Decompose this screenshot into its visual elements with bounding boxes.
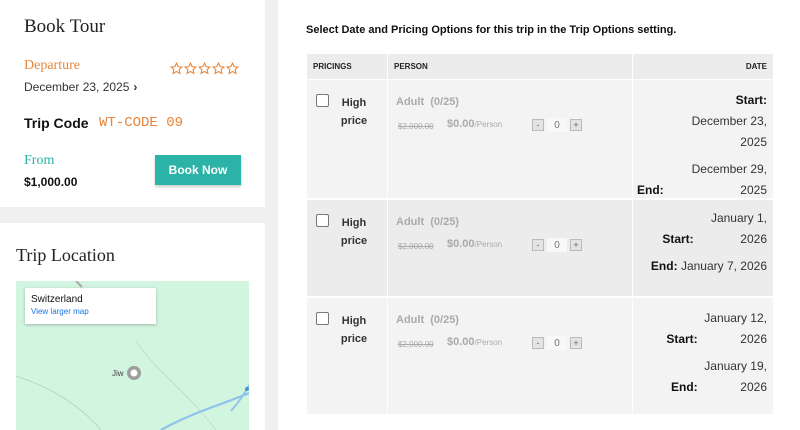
current-price: $0.00/Person — [447, 336, 503, 348]
pricing-checkbox[interactable] — [316, 214, 329, 227]
departure-label: Departure — [24, 58, 80, 73]
sidebar: Book Tour Departure December 23, 2025 › T… — [0, 0, 265, 430]
quantity-stepper: - + — [532, 238, 582, 252]
rating-stars — [170, 62, 239, 75]
header-date: DATE — [633, 54, 773, 79]
trip-price: $1,000.00 — [24, 175, 78, 189]
departure-date: December 23, 2025 — [24, 80, 130, 94]
current-price: $0.00/Person — [447, 238, 503, 250]
current-price: $0.00/Person — [447, 118, 503, 130]
increment-button[interactable]: + — [570, 337, 582, 349]
quantity-stepper: - + — [532, 118, 582, 132]
trip-code-label: Trip Code — [24, 115, 89, 131]
table-row: High price Adult (0/25) $2,000.00 $0.00/… — [307, 80, 773, 198]
trip-location-title: Trip Location — [16, 245, 115, 265]
trip-dates: Start: December 23, 2025 End: December 2… — [633, 90, 767, 201]
table-header: PRICINGS PERSON DATE — [307, 54, 773, 79]
trip-dates: Start: January 12, 2026 End: January 19,… — [666, 308, 767, 398]
trip-options-notice: Select Date and Pricing Options for this… — [306, 24, 677, 36]
star-outline-icon — [184, 62, 197, 75]
trip-location-card: Trip Location Switzerland View larger ma… — [0, 223, 265, 430]
trip-code-value: WT-CODE 09 — [99, 115, 184, 131]
quantity-stepper: - + — [532, 336, 582, 350]
trip-options-panel: Select Date and Pricing Options for this… — [278, 0, 800, 430]
increment-button[interactable]: + — [570, 239, 582, 251]
old-price: $2,000.00 — [398, 122, 434, 131]
table-row: High price Adult (0/25) $2,000.00 $0.00/… — [307, 298, 773, 414]
decrement-button[interactable]: - — [532, 337, 544, 349]
person-type: Adult (0/25) — [396, 314, 459, 326]
pricing-name: High price — [340, 315, 368, 345]
pricing-table: PRICINGS PERSON DATE High price Adult (0… — [307, 54, 773, 414]
pricing-checkbox[interactable] — [316, 94, 329, 107]
end-date: January 19, 2026 — [704, 359, 767, 394]
departure-date-selector[interactable]: December 23, 2025 › — [24, 80, 137, 94]
end-date: December 29, 2025 — [691, 162, 767, 197]
quantity-input[interactable] — [547, 336, 567, 350]
person-type: Adult (0/25) — [396, 216, 459, 228]
old-price: $2,000.00 — [398, 340, 434, 349]
header-person: PERSON — [388, 54, 632, 79]
from-label: From — [24, 153, 55, 168]
table-row: High price Adult (0/25) $2,000.00 $0.00/… — [307, 200, 773, 296]
quantity-input[interactable] — [547, 118, 567, 132]
star-outline-icon — [226, 62, 239, 75]
decrement-button[interactable]: - — [532, 239, 544, 251]
pricing-checkbox[interactable] — [316, 312, 329, 325]
trip-dates: Start: January 1, 2026 End: January 7, 2… — [651, 208, 767, 277]
map-place-name: Switzerland — [31, 294, 83, 305]
star-outline-icon — [170, 62, 183, 75]
start-date: January 1, 2026 — [710, 211, 767, 246]
chevron-right-icon: › — [133, 80, 138, 94]
increment-button[interactable]: + — [570, 119, 582, 131]
book-tour-card: Book Tour Departure December 23, 2025 › T… — [0, 0, 265, 207]
map-info-popup: Switzerland View larger map — [25, 288, 156, 324]
person-type: Adult (0/25) — [396, 96, 459, 108]
old-price: $2,000.00 — [398, 242, 434, 251]
end-date: January 7, 2026 — [680, 259, 767, 273]
quantity-input[interactable] — [547, 238, 567, 252]
star-outline-icon — [212, 62, 225, 75]
location-map[interactable]: Switzerland View larger map Jiw — [16, 281, 249, 430]
header-pricings: PRICINGS — [307, 54, 387, 79]
decrement-button[interactable]: - — [532, 119, 544, 131]
pricing-name: High price — [340, 217, 368, 247]
view-larger-map-link[interactable]: View larger map — [31, 307, 156, 316]
book-now-button[interactable]: Book Now — [155, 155, 241, 185]
pricing-name: High price — [340, 97, 368, 127]
start-date: December 23, 2025 — [691, 114, 767, 149]
book-tour-title: Book Tour — [24, 16, 106, 37]
map-marker-label: Jiw — [112, 369, 124, 378]
star-outline-icon — [198, 62, 211, 75]
start-date: January 12, 2026 — [704, 311, 767, 346]
